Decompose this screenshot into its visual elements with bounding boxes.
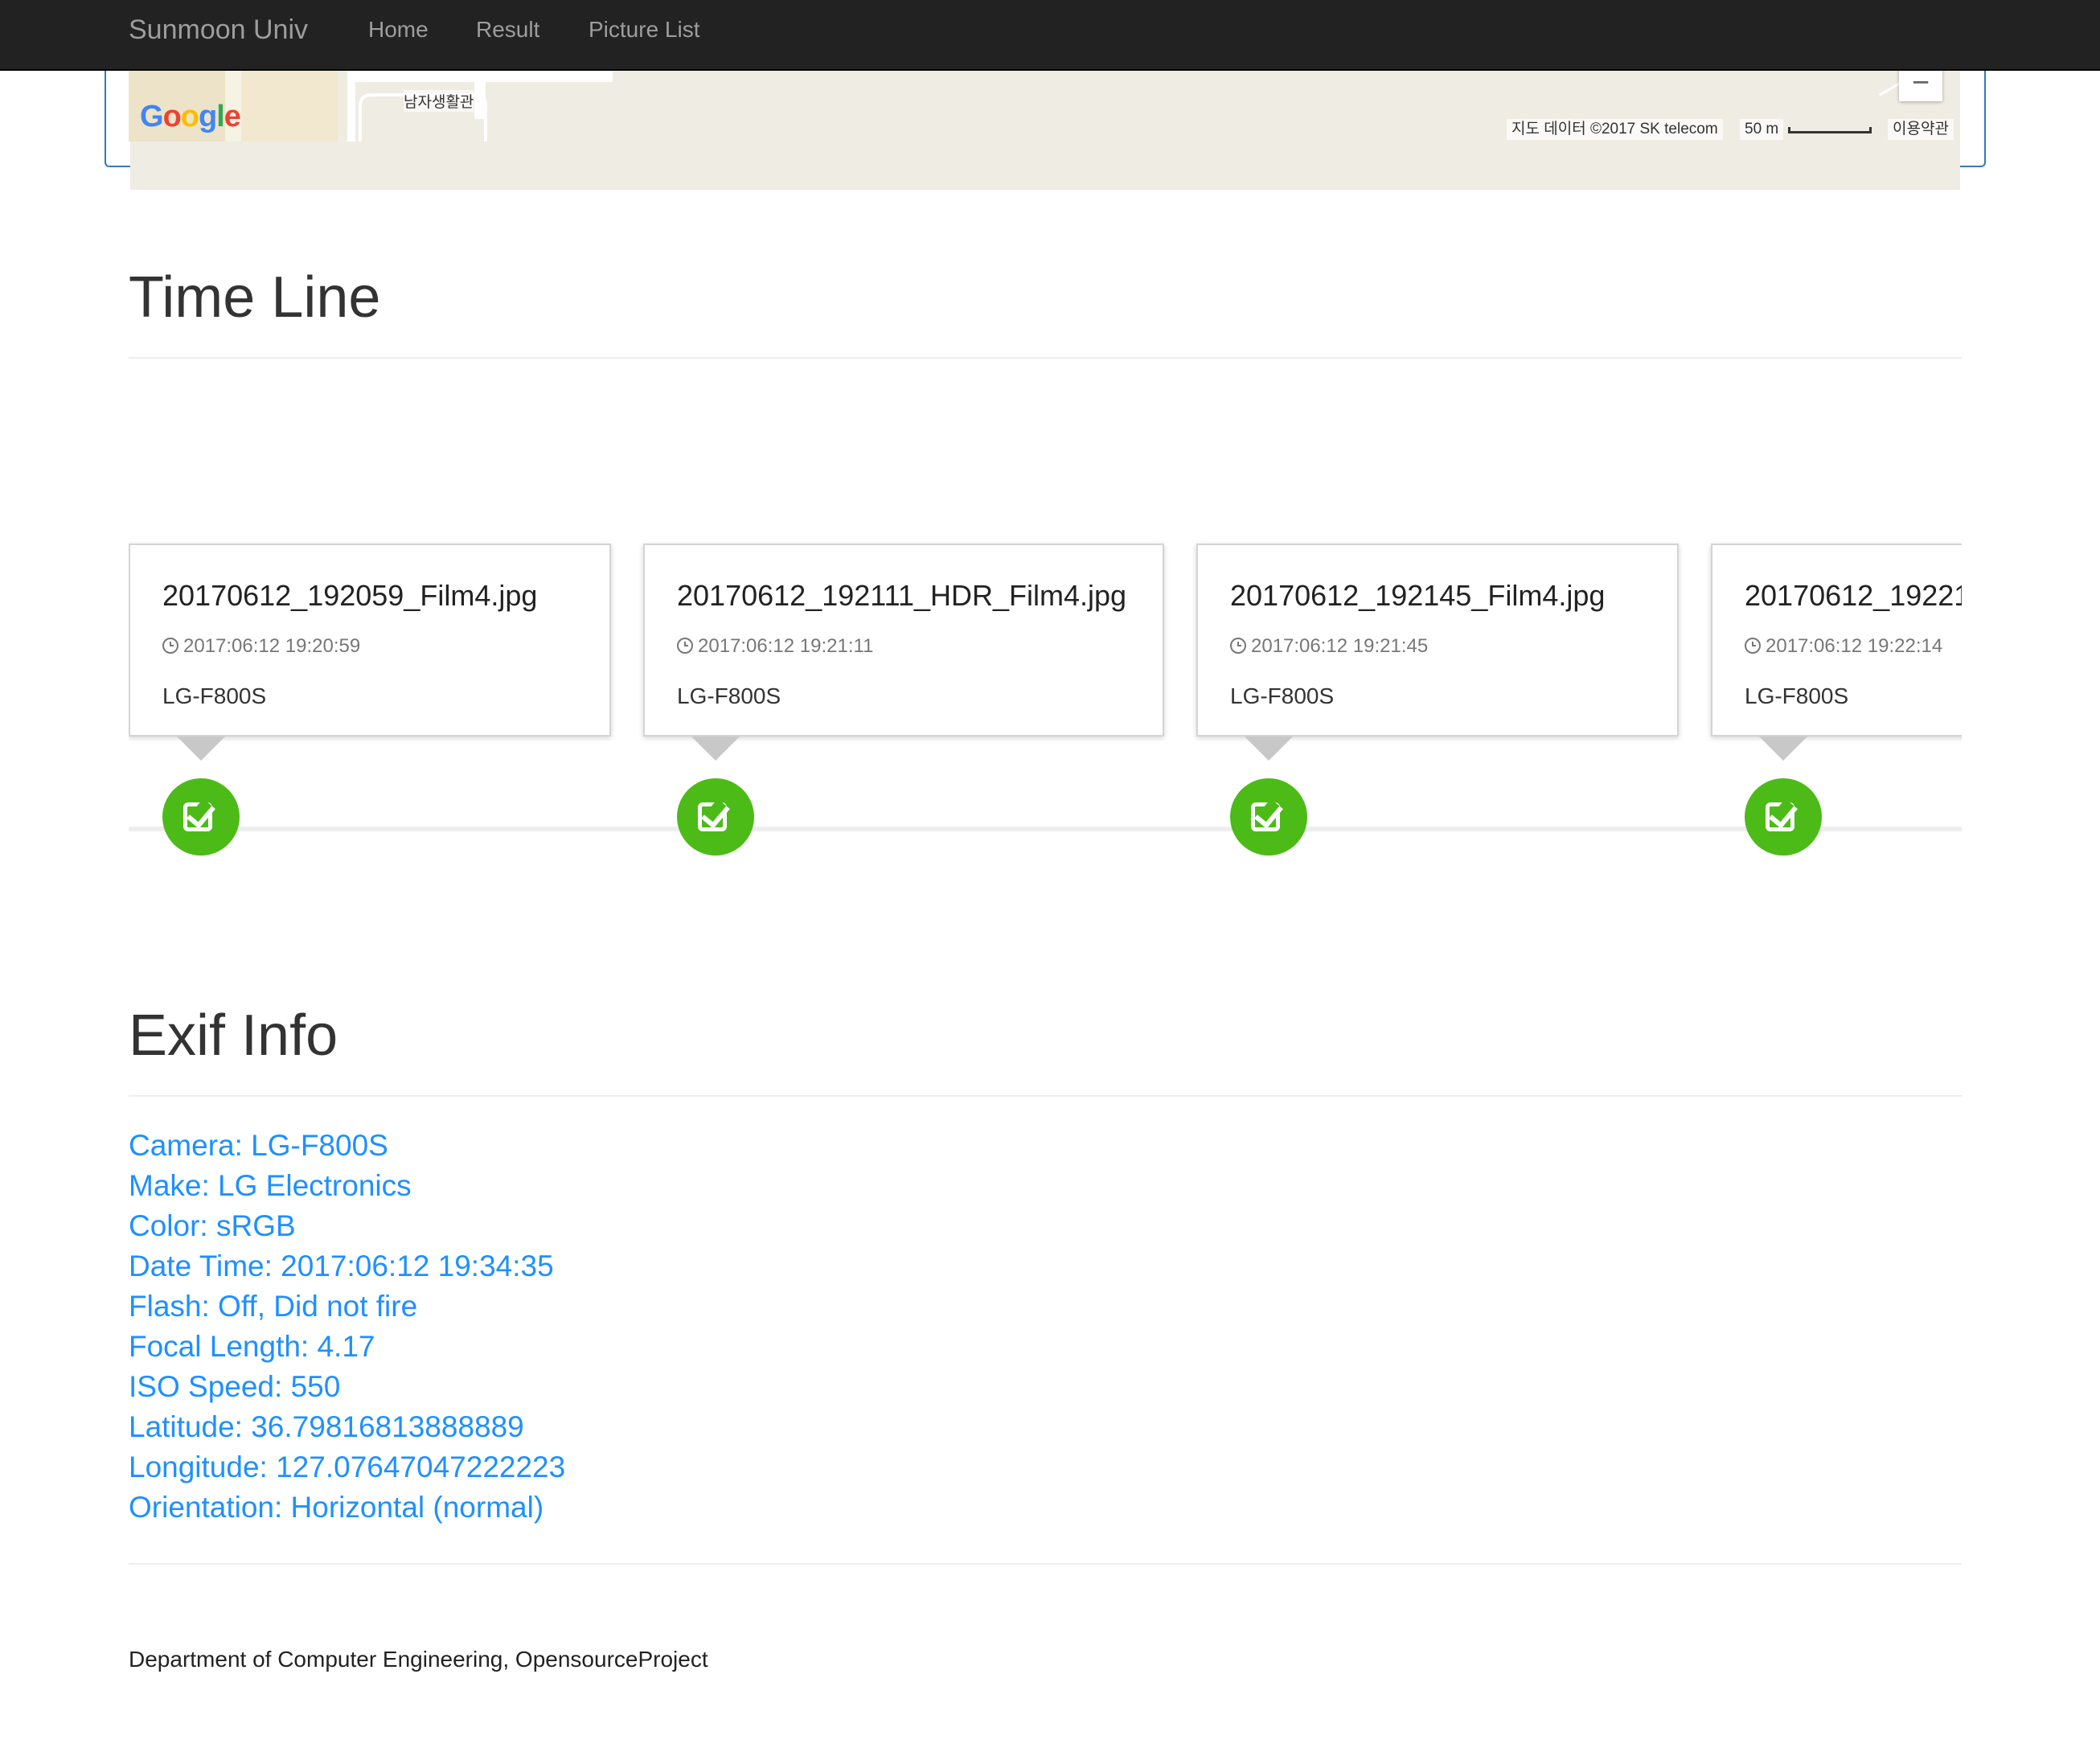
map-area bbox=[241, 71, 338, 142]
check-badge-icon[interactable] bbox=[1230, 778, 1307, 856]
timeline-card[interactable]: 20170612_192145_Film4.jpg 2017:06:12 19:… bbox=[1196, 544, 1679, 737]
exif-list: Camera: LG-F800S Make: LG Electronics Co… bbox=[129, 1126, 565, 1528]
map-road bbox=[347, 71, 355, 142]
timeline-divider bbox=[129, 357, 1962, 359]
map-scale-bar[interactable] bbox=[1788, 127, 1872, 133]
check-badge-icon[interactable] bbox=[677, 778, 754, 856]
exif-item-latitude[interactable]: Latitude: 36.79816813888889 bbox=[129, 1407, 565, 1447]
exif-item-datetime[interactable]: Date Time: 2017:06:12 19:34:35 bbox=[129, 1246, 565, 1286]
nav-link-result[interactable]: Result bbox=[476, 0, 539, 71]
navbar-brand[interactable]: Sunmoon Univ bbox=[129, 0, 308, 71]
timeline-event: 20170612_192059_Film4.jpg 2017:06:12 19:… bbox=[129, 544, 611, 761]
clock-icon bbox=[1745, 638, 1761, 654]
timeline-line bbox=[129, 827, 1962, 831]
timeline-event: 20170612_19221 2017:06:12 19:22:14 LG-F8… bbox=[1711, 544, 1962, 761]
exif-item-iso-speed[interactable]: ISO Speed: 550 bbox=[129, 1367, 565, 1407]
event-camera: LG-F800S bbox=[677, 683, 781, 708]
check-badge-icon[interactable] bbox=[162, 778, 240, 856]
exif-heading: Exif Info bbox=[129, 1003, 338, 1068]
exif-divider bbox=[129, 1095, 1962, 1097]
google-logo[interactable]: Google bbox=[140, 100, 241, 134]
timeline-card[interactable]: 20170612_192111_HDR_Film4.jpg 2017:06:12… bbox=[643, 544, 1164, 737]
card-pointer bbox=[177, 737, 225, 761]
exif-item-camera[interactable]: Camera: LG-F800S bbox=[129, 1126, 565, 1166]
card-pointer bbox=[1245, 737, 1293, 761]
event-filename: 20170612_192111_HDR_Film4.jpg bbox=[677, 579, 1127, 612]
event-camera: LG-F800S bbox=[162, 683, 267, 708]
event-filename: 20170612_19221 bbox=[1745, 579, 1962, 612]
map-place-label: 남자생활관 bbox=[404, 90, 474, 112]
timeline-card[interactable]: 20170612_192059_Film4.jpg 2017:06:12 19:… bbox=[129, 544, 611, 737]
check-badge-icon[interactable] bbox=[1745, 778, 1822, 856]
footer-text: Department of Computer Engineering, Open… bbox=[129, 1647, 708, 1672]
event-datetime: 2017:06:12 19:21:11 bbox=[677, 635, 873, 658]
timeline-event: 20170612_192145_Film4.jpg 2017:06:12 19:… bbox=[1196, 544, 1679, 761]
timeline-event: 20170612_192111_HDR_Film4.jpg 2017:06:12… bbox=[643, 544, 1164, 761]
exif-item-orientation[interactable]: Orientation: Horizontal (normal) bbox=[129, 1487, 565, 1528]
timeline: 20170612_192059_Film4.jpg 2017:06:12 19:… bbox=[129, 531, 1962, 884]
event-datetime: 2017:06:12 19:22:14 bbox=[1745, 635, 1942, 658]
card-pointer bbox=[1759, 737, 1807, 761]
event-datetime: 2017:06:12 19:20:59 bbox=[162, 635, 360, 658]
footer-divider bbox=[129, 1563, 1962, 1565]
exif-item-flash[interactable]: Flash: Off, Did not fire bbox=[129, 1286, 565, 1327]
minus-icon: − bbox=[1911, 66, 1930, 100]
nav-link-picture-list[interactable]: Picture List bbox=[589, 0, 700, 71]
nav-link-home[interactable]: Home bbox=[368, 0, 429, 71]
event-camera: LG-F800S bbox=[1745, 683, 1849, 708]
event-camera: LG-F800S bbox=[1230, 683, 1335, 708]
clock-icon bbox=[162, 638, 178, 654]
clock-icon bbox=[677, 638, 693, 654]
exif-item-make[interactable]: Make: LG Electronics bbox=[129, 1166, 565, 1206]
exif-item-longitude[interactable]: Longitude: 127.07647047222223 bbox=[129, 1447, 565, 1487]
timeline-card[interactable]: 20170612_19221 2017:06:12 19:22:14 LG-F8… bbox=[1711, 544, 1962, 737]
map-attribution[interactable]: 지도 데이터 ©2017 SK telecom bbox=[1507, 119, 1723, 140]
clock-icon bbox=[1230, 638, 1246, 654]
event-filename: 20170612_192145_Film4.jpg bbox=[1230, 579, 1606, 612]
event-datetime: 2017:06:12 19:21:45 bbox=[1230, 635, 1428, 658]
exif-item-focal-length[interactable]: Focal Length: 4.17 bbox=[129, 1327, 565, 1367]
event-filename: 20170612_192059_Film4.jpg bbox=[162, 579, 538, 612]
exif-item-color[interactable]: Color: sRGB bbox=[129, 1206, 565, 1246]
map-scale-label[interactable]: 50 m bbox=[1740, 119, 1784, 140]
card-pointer bbox=[691, 737, 740, 761]
timeline-heading: Time Line bbox=[129, 265, 381, 330]
top-navbar: Sunmoon Univ Home Result Picture List bbox=[0, 0, 2100, 71]
map-terms-link[interactable]: 이용약관 bbox=[1888, 119, 1954, 140]
